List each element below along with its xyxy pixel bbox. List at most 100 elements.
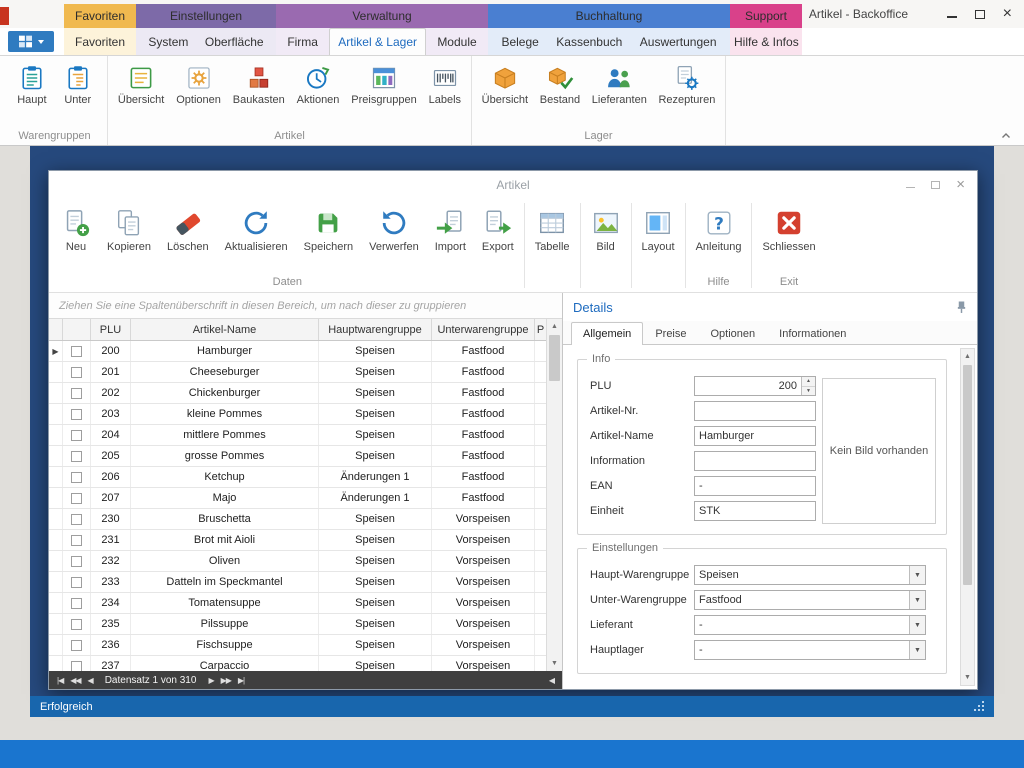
field-artikel-nr-input[interactable]: [694, 401, 816, 421]
artikel-window-titlebar[interactable]: Artikel ×: [49, 171, 977, 199]
tab-oberfläche[interactable]: Oberfläche: [201, 28, 268, 55]
artikel-minimize-button[interactable]: [906, 182, 915, 188]
tab-hilfe-infos[interactable]: Hilfe & Infos: [730, 28, 803, 55]
grid-row-231[interactable]: 231Brot mit AioliSpeisenVorspeisen: [49, 530, 546, 551]
warengruppen-haupt-button[interactable]: Haupt: [15, 61, 48, 109]
tab-auswertungen[interactable]: Auswertungen: [636, 28, 721, 55]
details-tab-optionen[interactable]: Optionen: [699, 322, 768, 344]
field-information-input[interactable]: [694, 451, 816, 471]
scroll-up-icon[interactable]: ▲: [547, 319, 562, 334]
spin-down-icon[interactable]: ▼: [802, 386, 815, 396]
nav-next-button[interactable]: ▶: [205, 676, 216, 685]
row-checkbox[interactable]: [71, 514, 82, 525]
artikel-aktionen-button[interactable]: Aktionen: [295, 61, 342, 109]
details-tab-allgemein[interactable]: Allgemein: [571, 322, 643, 345]
dropdown-arrow-icon[interactable]: ▼: [909, 566, 925, 584]
grid-row-203[interactable]: 203kleine PommesSpeisenFastfood: [49, 404, 546, 425]
grid-row-207[interactable]: 207MajoÄnderungen 1Fastfood: [49, 488, 546, 509]
row-checkbox[interactable]: [71, 451, 82, 462]
artikel-labels-button[interactable]: Labels: [427, 61, 463, 109]
toolbar-aktualisieren-button[interactable]: Aktualisieren: [217, 205, 296, 256]
toolbar-speichern-button[interactable]: Speichern: [296, 205, 362, 256]
grid-row-204[interactable]: 204mittlere PommesSpeisenFastfood: [49, 425, 546, 446]
tab-favoriten[interactable]: Favoriten: [71, 28, 129, 55]
lager-übersicht-button[interactable]: Übersicht: [480, 61, 530, 109]
toolbar-import-button[interactable]: Import: [427, 205, 474, 256]
nav-last-button[interactable]: ▶|: [235, 676, 247, 685]
ribbon-collapse-button[interactable]: [998, 128, 1014, 143]
close-button[interactable]: ×: [1003, 8, 1012, 20]
toolbar-layout-button[interactable]: Layout: [634, 205, 683, 256]
artikel-maximize-button[interactable]: [931, 181, 940, 189]
spin-up-icon[interactable]: ▲: [802, 377, 815, 386]
lager-rezepturen-button[interactable]: Rezepturen: [656, 61, 717, 109]
scroll-down-icon[interactable]: ▼: [547, 656, 562, 671]
grid-row-232[interactable]: 232OlivenSpeisenVorspeisen: [49, 551, 546, 572]
field-artikel-name-input[interactable]: Hamburger: [694, 426, 816, 446]
tab-artikel-lager[interactable]: Artikel & Lager: [329, 28, 426, 55]
resize-grip[interactable]: [973, 701, 984, 712]
details-vertical-scrollbar[interactable]: ▲ ▼: [960, 348, 975, 686]
category-header-einstellungen[interactable]: Einstellungen: [136, 4, 276, 28]
field-ean-input[interactable]: -: [694, 476, 816, 496]
nav-prev-button[interactable]: ◀: [85, 676, 96, 685]
artikel-baukasten-button[interactable]: Baukasten: [231, 61, 287, 109]
category-header-favoriten[interactable]: Favoriten: [64, 4, 136, 28]
field-lieferant-select[interactable]: -▼: [694, 615, 926, 635]
scroll-down-icon[interactable]: ▼: [961, 670, 974, 685]
toolbar-bild-button[interactable]: Bild: [583, 205, 629, 256]
row-checkbox[interactable]: [71, 535, 82, 546]
grid-row-237[interactable]: 237CarpaccioSpeisenVorspeisen: [49, 656, 546, 671]
warengruppen-unter-button[interactable]: Unter: [62, 61, 94, 109]
toolbar-kopieren-button[interactable]: Kopieren: [99, 205, 159, 256]
artikel-übersicht-button[interactable]: Übersicht: [116, 61, 166, 109]
dropdown-arrow-icon[interactable]: ▼: [909, 616, 925, 634]
nav-prev-page-button[interactable]: ◀◀: [67, 676, 83, 685]
details-tab-informationen[interactable]: Informationen: [767, 322, 858, 344]
row-checkbox[interactable]: [71, 598, 82, 609]
maximize-button[interactable]: [975, 10, 985, 19]
tab-system[interactable]: System: [144, 28, 192, 55]
grid-row-206[interactable]: 206KetchupÄnderungen 1Fastfood: [49, 467, 546, 488]
minimize-button[interactable]: [947, 11, 957, 18]
column-header-artikel-name[interactable]: Artikel-Name: [131, 319, 319, 340]
scroll-thumb[interactable]: [963, 365, 972, 585]
grid-row-201[interactable]: 201CheeseburgerSpeisenFastfood: [49, 362, 546, 383]
dropdown-arrow-icon[interactable]: ▼: [909, 641, 925, 659]
scroll-up-icon[interactable]: ▲: [961, 349, 974, 364]
toolbar-verwerfen-button[interactable]: Verwerfen: [361, 205, 427, 256]
dropdown-arrow-icon[interactable]: ▼: [909, 591, 925, 609]
toolbar-export-button[interactable]: Export: [474, 205, 522, 256]
grid-row-202[interactable]: 202ChickenburgerSpeisenFastfood: [49, 383, 546, 404]
artikel-close-button[interactable]: ×: [956, 179, 965, 191]
toolbar-tabelle-button[interactable]: Tabelle: [527, 205, 578, 256]
grid-row-205[interactable]: 205grosse PommesSpeisenFastfood: [49, 446, 546, 467]
grid-row-234[interactable]: 234TomatensuppeSpeisenVorspeisen: [49, 593, 546, 614]
tab-module[interactable]: Module: [433, 28, 480, 55]
grid-row-233[interactable]: 233Datteln im SpeckmantelSpeisenVorspeis…: [49, 572, 546, 593]
field-unter-warengruppe-select[interactable]: Fastfood▼: [694, 590, 926, 610]
field-haupt-warengruppe-select[interactable]: Speisen▼: [694, 565, 926, 585]
groupby-area[interactable]: Ziehen Sie eine Spaltenüberschrift in di…: [49, 293, 562, 319]
tab-kassenbuch[interactable]: Kassenbuch: [552, 28, 626, 55]
row-checkbox[interactable]: [71, 346, 82, 357]
row-checkbox[interactable]: [71, 661, 82, 672]
row-checkbox[interactable]: [71, 430, 82, 441]
tab-belege[interactable]: Belege: [497, 28, 542, 55]
row-checkbox[interactable]: [71, 367, 82, 378]
field-hauptlager-select[interactable]: -▼: [694, 640, 926, 660]
row-checkbox[interactable]: [71, 409, 82, 420]
grid-row-230[interactable]: 230BruschettaSpeisenVorspeisen: [49, 509, 546, 530]
artikel-optionen-button[interactable]: Optionen: [174, 61, 223, 109]
lager-bestand-button[interactable]: Bestand: [538, 61, 582, 109]
toolbar-neu-button[interactable]: Neu: [53, 205, 99, 256]
field-einheit-input[interactable]: STK: [694, 501, 816, 521]
tab-firma[interactable]: Firma: [283, 28, 322, 55]
spin-buttons[interactable]: ▲▼: [801, 377, 815, 395]
lager-lieferanten-button[interactable]: Lieferanten: [590, 61, 649, 109]
row-checkbox[interactable]: [71, 577, 82, 588]
grid-row-200[interactable]: ▶200HamburgerSpeisenFastfood: [49, 341, 546, 362]
details-tab-preise[interactable]: Preise: [643, 322, 698, 344]
category-header-buchhaltung[interactable]: Buchhaltung: [488, 4, 730, 28]
column-header-p[interactable]: P: [535, 319, 546, 340]
